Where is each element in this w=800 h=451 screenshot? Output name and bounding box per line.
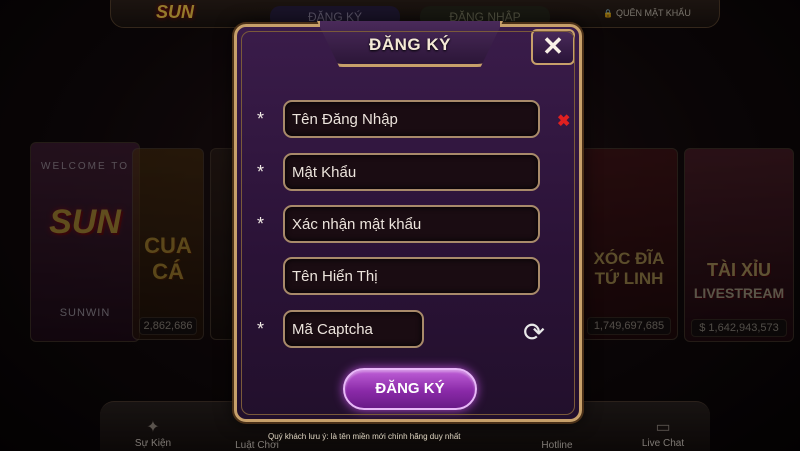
domain-notice: Quý khách lưu ý: là tên miền mới chính h… <box>268 432 461 441</box>
display-name-field[interactable] <box>283 257 540 295</box>
username-field[interactable] <box>283 100 540 138</box>
dialog-title: ĐĂNG KÝ <box>369 35 451 54</box>
required-marker: * <box>257 162 265 182</box>
captcha-field[interactable] <box>283 310 424 348</box>
required-marker: * <box>257 319 265 339</box>
confirm-password-input[interactable] <box>285 207 538 241</box>
username-input[interactable] <box>285 102 538 136</box>
password-field[interactable] <box>283 153 540 191</box>
confirm-password-field[interactable] <box>283 205 540 243</box>
captcha-input[interactable] <box>285 312 422 346</box>
register-dialog: ĐĂNG KÝ ✕ * ✖ * * * ⟳ ĐĂNG KÝ <box>234 21 582 422</box>
error-x-icon: ✖ <box>557 113 571 130</box>
register-submit-button[interactable]: ĐĂNG KÝ <box>343 368 477 410</box>
refresh-captcha-icon[interactable]: ⟳ <box>521 319 547 345</box>
close-button[interactable]: ✕ <box>531 29 575 65</box>
required-marker: * <box>257 214 265 234</box>
display-name-input[interactable] <box>285 259 538 293</box>
required-marker: * <box>257 109 265 129</box>
password-input[interactable] <box>285 155 538 189</box>
